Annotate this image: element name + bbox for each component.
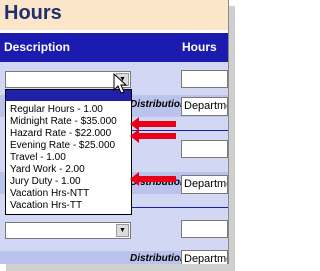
page-title: Hours	[4, 2, 62, 24]
dropdown-option[interactable]: Vacation Hrs-NTT	[10, 188, 89, 200]
cursor-arrow-icon	[113, 73, 128, 94]
drop-shadow-bottom	[6, 264, 235, 271]
dropdown-option[interactable]: Yard Work - 2.00	[10, 164, 85, 176]
row-separator	[130, 207, 228, 208]
dropdown-option[interactable]: Midnight Rate - $35.000	[10, 116, 117, 128]
hours-input[interactable]	[181, 220, 228, 238]
column-header-description: Description	[4, 40, 71, 54]
distribution-label: Distribution	[130, 253, 187, 264]
chevron-down-icon[interactable]: ▼	[116, 224, 129, 237]
department-field[interactable]: Department	[181, 250, 228, 264]
hours-input[interactable]	[181, 140, 228, 158]
dropdown-option[interactable]: Evening Rate - $25.000	[10, 140, 115, 152]
description-select[interactable]: ▼	[5, 222, 131, 239]
red-arrow-icon	[130, 172, 176, 186]
description-dropdown-list[interactable]: Regular Hours - 1.00 Midnight Rate - $35…	[5, 89, 132, 215]
dropdown-option[interactable]: Jury Duty - 1.00	[10, 176, 81, 188]
distribution-label: Distribution	[130, 99, 187, 110]
dropdown-option[interactable]: Travel - 1.00	[10, 152, 66, 164]
dropdown-option[interactable]: Hazard Rate - $22.000	[10, 128, 111, 140]
dropdown-option[interactable]: Vacation Hrs-TT	[10, 200, 82, 212]
department-field[interactable]: Department	[181, 97, 228, 116]
department-field[interactable]: Department	[181, 175, 228, 194]
hours-input[interactable]	[181, 70, 228, 88]
dropdown-option[interactable]: Regular Hours - 1.00	[10, 104, 103, 116]
timesheet-panel: Hours Description Hours ▼ Distribution D…	[0, 0, 229, 264]
column-header-hours: Hours	[182, 40, 217, 54]
drop-shadow-right	[228, 6, 235, 271]
red-arrow-icon	[130, 129, 176, 143]
